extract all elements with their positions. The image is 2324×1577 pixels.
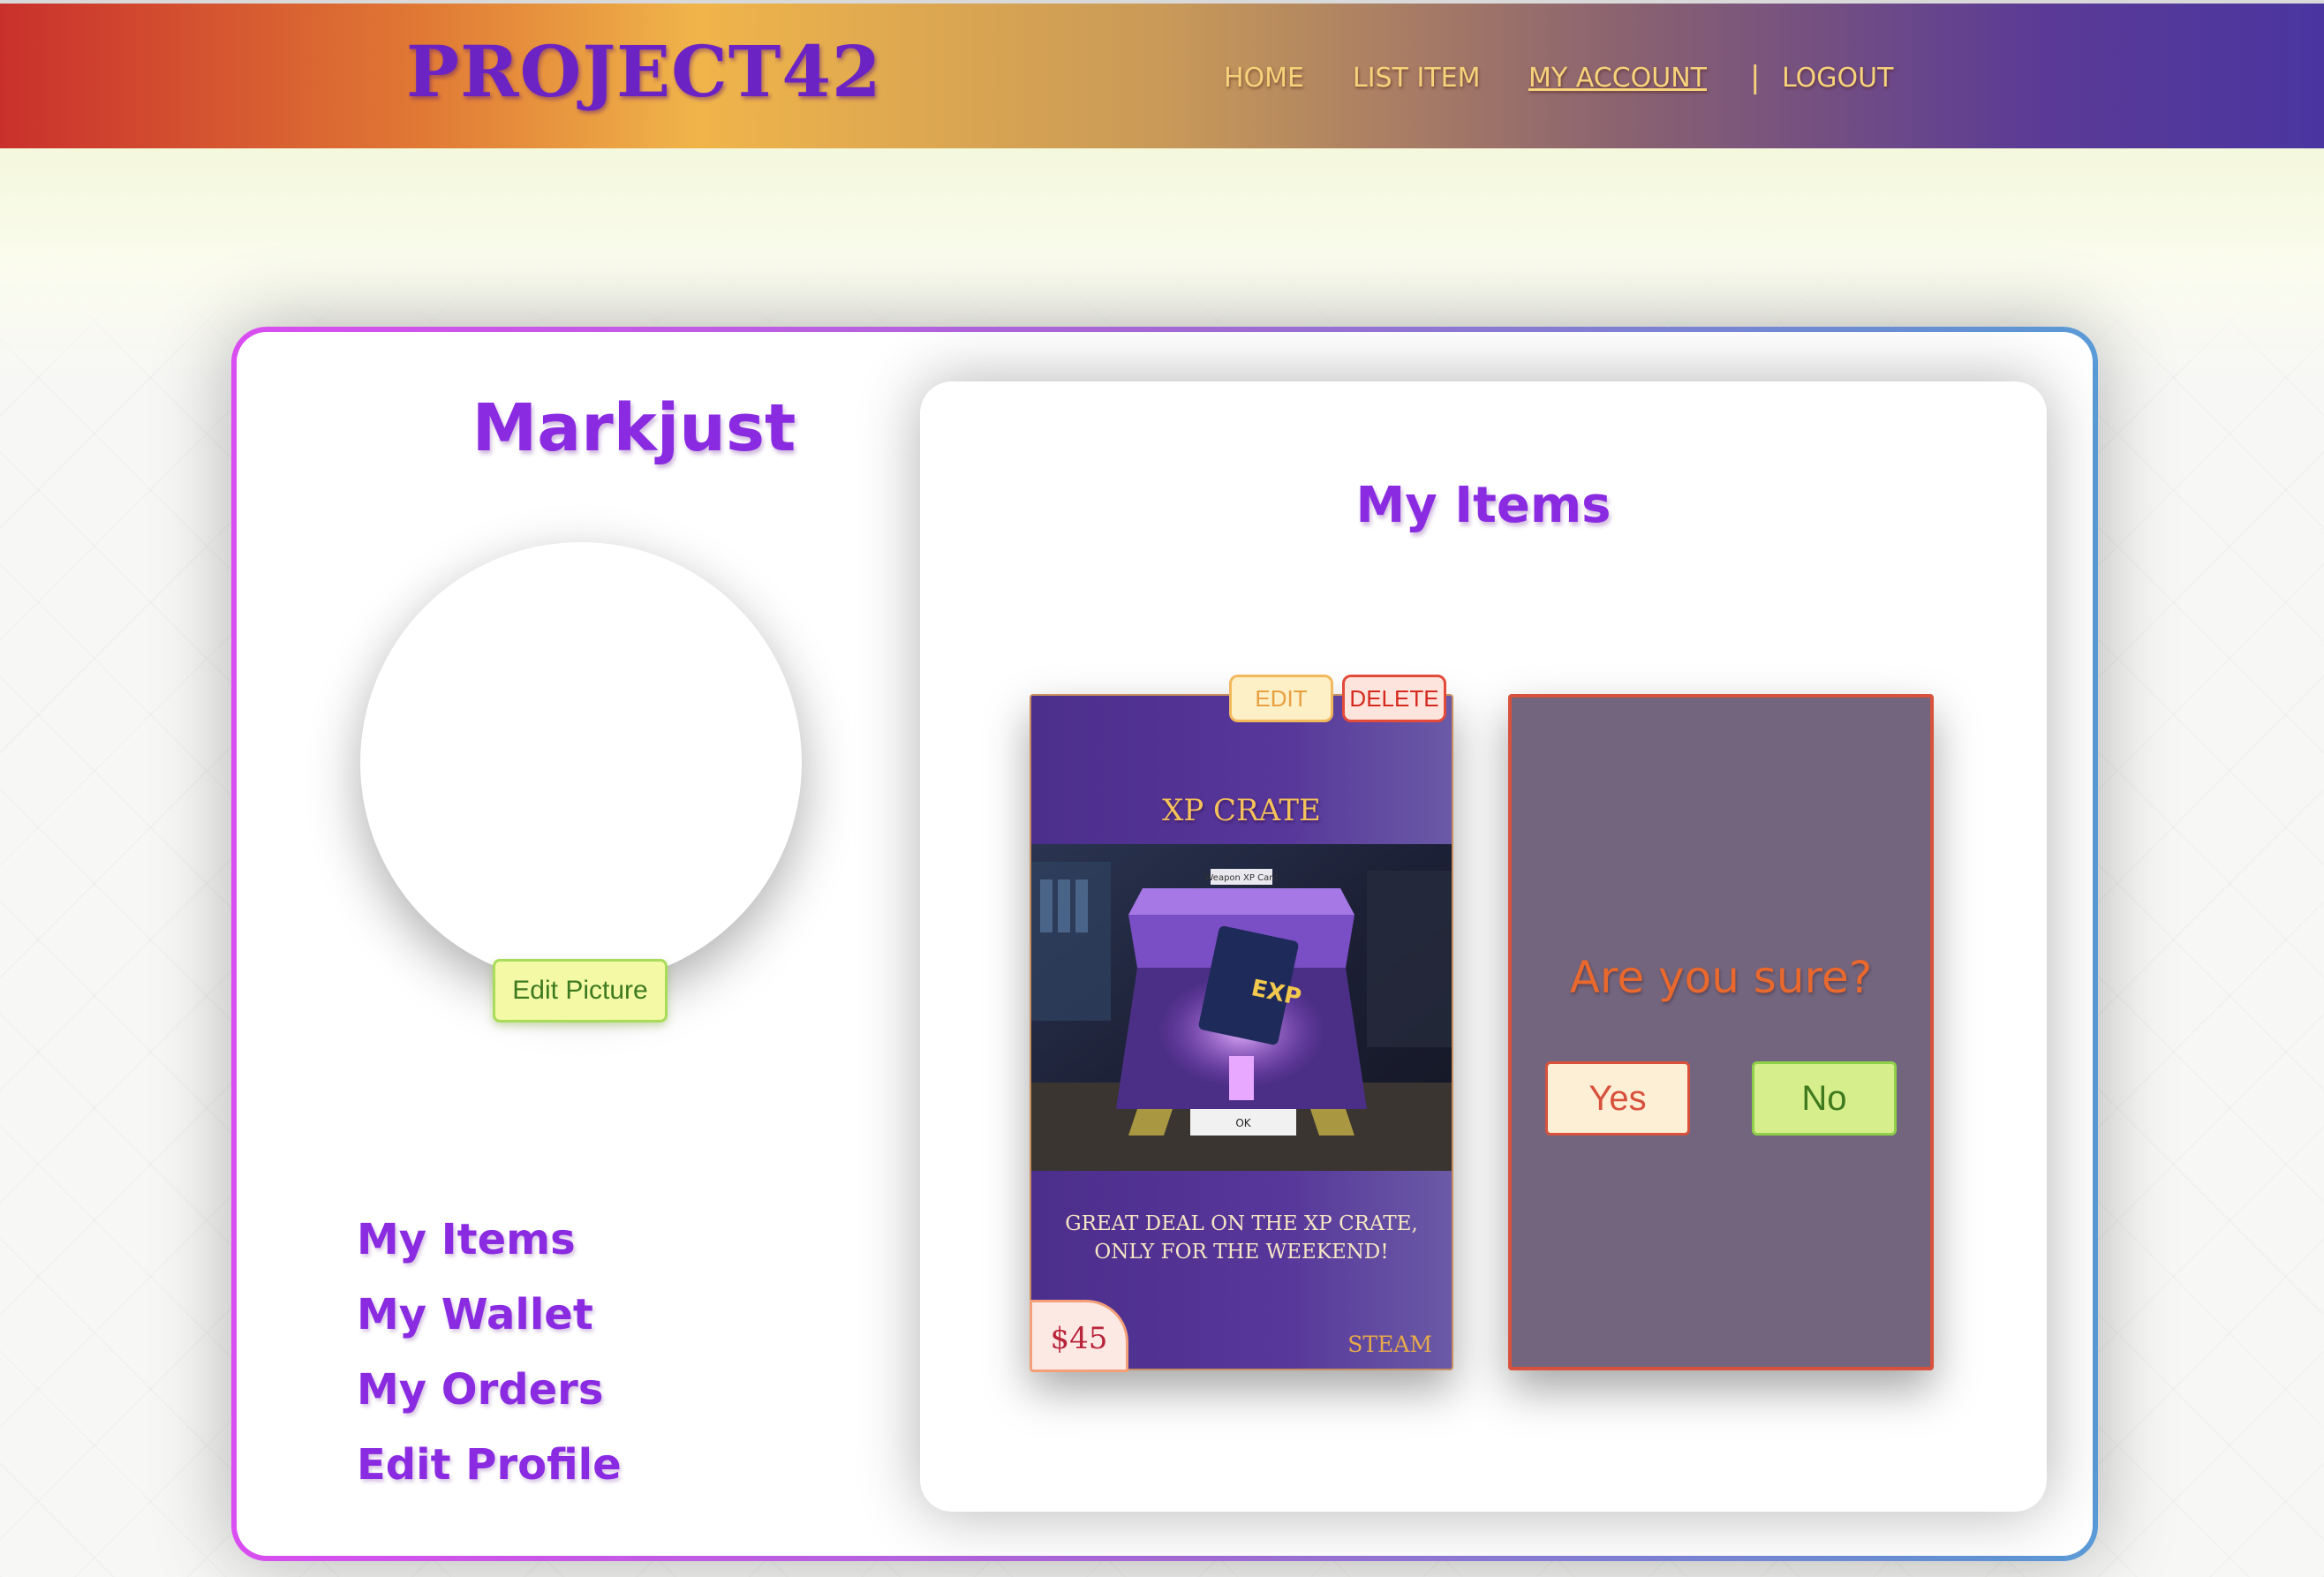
side-link-my-items[interactable]: My Items <box>357 1215 622 1265</box>
avatar <box>360 542 802 984</box>
delete-item-button[interactable]: DELETE <box>1342 675 1446 722</box>
confirm-question: Are you sure? <box>1569 952 1873 1003</box>
image-overlay-label: Weapon XP Card <box>1204 873 1278 883</box>
my-items-title: My Items <box>1355 477 1611 534</box>
username-heading: Markjust <box>472 390 796 466</box>
nav-logout-link[interactable]: LOGOUT <box>1782 63 1893 94</box>
confirm-yes-button[interactable]: Yes <box>1545 1061 1690 1136</box>
nav-my-account-link[interactable]: MY ACCOUNT <box>1528 63 1707 94</box>
nav-list-item-link[interactable]: LIST ITEM <box>1353 63 1480 94</box>
site-logo[interactable]: PROJECT42 <box>406 30 882 113</box>
delete-confirm-dialog: Are you sure? Yes No <box>1508 694 1934 1370</box>
account-side-menu: My Items My Wallet My Orders Edit Profil… <box>357 1215 622 1515</box>
xp-crate-image: Weapon XP Card EXP OK <box>1031 844 1452 1171</box>
item-platform: Steam <box>1347 1332 1432 1357</box>
nav-home-link[interactable]: HOME <box>1224 63 1304 94</box>
account-card: Markjust Edit Picture My Items My Wallet… <box>231 327 2098 1561</box>
side-link-my-orders[interactable]: My Orders <box>357 1365 622 1415</box>
side-link-my-wallet[interactable]: My Wallet <box>357 1290 622 1340</box>
item-card[interactable]: EDIT DELETE XP CRATE Weapon XP Card EXP … <box>1030 675 1453 1372</box>
edit-item-button[interactable]: EDIT <box>1229 675 1333 722</box>
confirm-no-button[interactable]: No <box>1752 1061 1897 1136</box>
top-navbar: PROJECT42 HOME LIST ITEM MY ACCOUNT | LO… <box>0 0 2324 148</box>
image-ok-label: OK <box>1235 1117 1251 1129</box>
nav-separator: | <box>1750 60 1761 95</box>
my-items-panel: My Items EDIT DELETE XP CRATE Weapon XP … <box>920 381 2047 1512</box>
item-price: $45 <box>1030 1300 1128 1372</box>
item-title: XP CRATE <box>1162 793 1321 828</box>
item-description: Great deal on the XP crate, only for the… <box>1065 1212 1418 1264</box>
edit-picture-button[interactable]: Edit Picture <box>493 959 668 1022</box>
side-link-edit-profile[interactable]: Edit Profile <box>357 1440 622 1490</box>
